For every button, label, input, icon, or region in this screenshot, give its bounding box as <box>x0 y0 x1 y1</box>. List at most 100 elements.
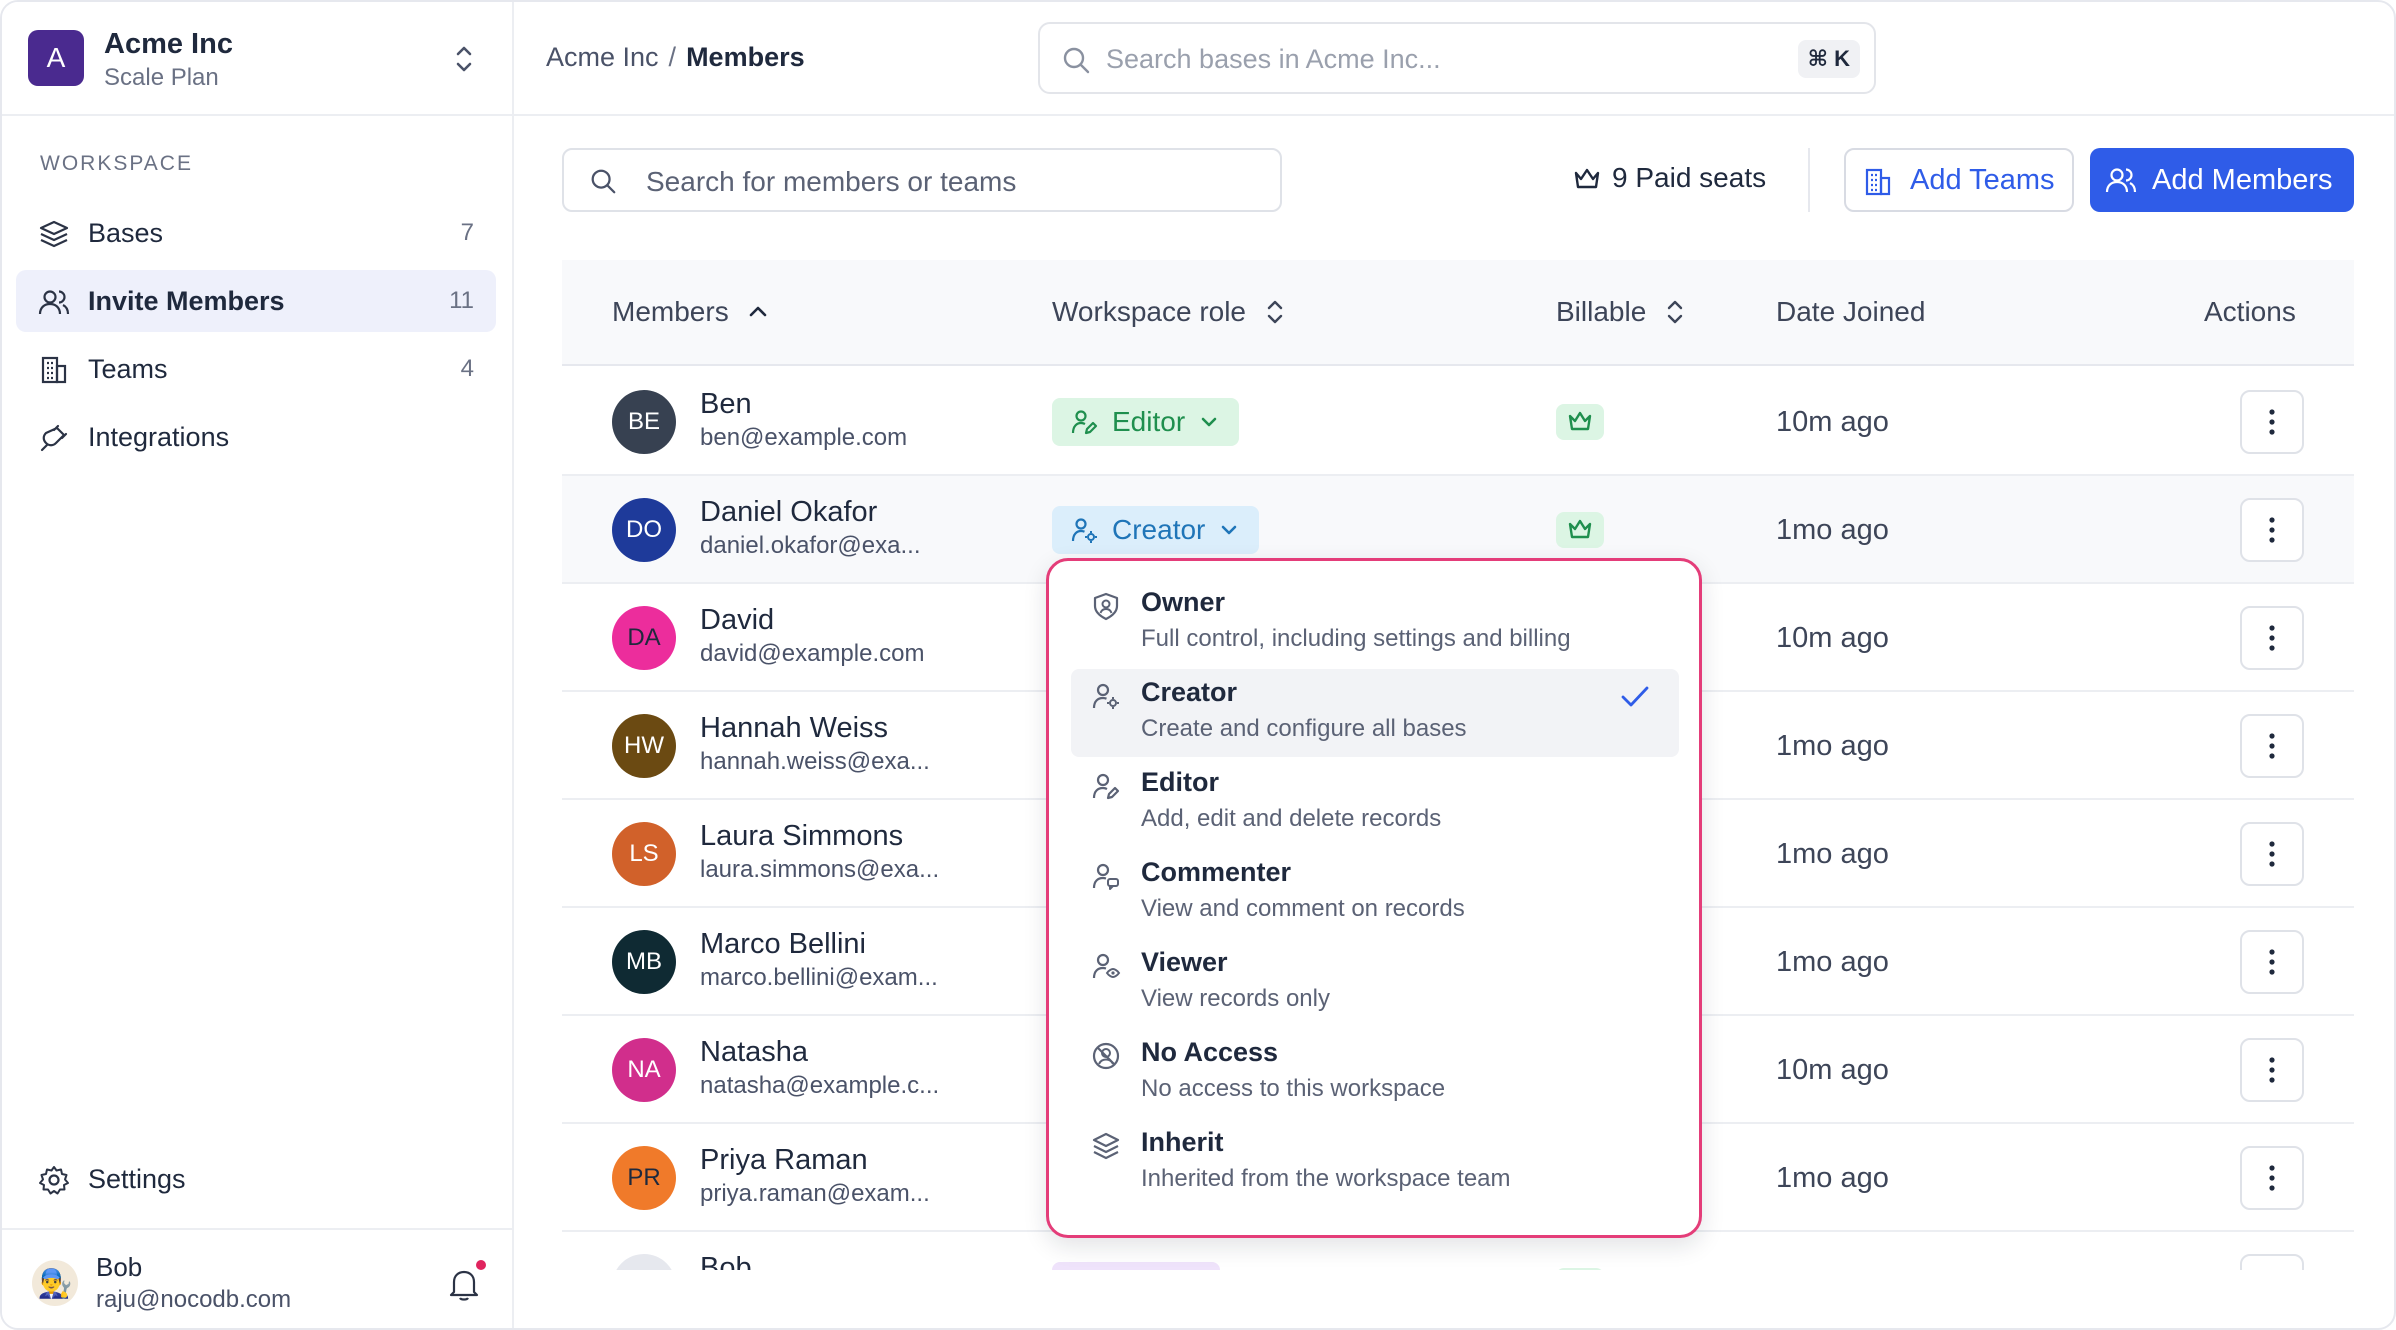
role-option-commenter[interactable]: Commenter View and comment on records <box>1071 849 1679 937</box>
more-vertical-icon <box>2269 949 2275 975</box>
app-window: A Acme Inc Scale Plan WORKSPACE Bases 7 … <box>0 0 2396 1330</box>
role-option-desc: View records only <box>1141 985 1330 1012</box>
sidebar-item-integrations[interactable]: Integrations <box>16 406 496 468</box>
users-icon <box>38 290 70 315</box>
member-name: Laura Simmons <box>700 820 904 852</box>
member-email: hannah.weiss@exa... <box>700 748 930 775</box>
crown-icon <box>1568 519 1592 539</box>
role-option-title: Creator <box>1141 677 1238 707</box>
sidebar: A Acme Inc Scale Plan WORKSPACE Bases 7 … <box>2 2 514 1328</box>
avatar: BE <box>612 390 676 454</box>
sidebar-item-label: Teams <box>88 353 168 384</box>
role-option-desc: Inherited from the workspace team <box>1141 1165 1511 1192</box>
row-actions-button[interactable] <box>2240 1038 2304 1102</box>
role-option-owner[interactable]: Owner Full control, including settings a… <box>1071 579 1679 667</box>
role-option-editor[interactable]: Editor Add, edit and delete records <box>1071 759 1679 847</box>
row-actions-button[interactable] <box>2240 1146 2304 1210</box>
role-select[interactable] <box>1052 1262 1220 1270</box>
more-vertical-icon <box>2269 1165 2275 1191</box>
avatar: DA <box>612 606 676 670</box>
breadcrumb-separator: / <box>668 42 677 72</box>
add-teams-label: Add Teams <box>1910 163 2055 196</box>
no-access-icon <box>1092 1042 1120 1070</box>
user-profile[interactable]: 👨‍🔧 Bob raju@nocodb.com <box>2 1228 512 1328</box>
sidebar-item-label: Bases <box>88 217 164 248</box>
member-email: marco.bellini@exam... <box>700 964 938 991</box>
role-option-viewer[interactable]: Viewer View records only <box>1071 939 1679 1027</box>
role-select[interactable]: Creator <box>1052 506 1260 554</box>
workspace-plan: Scale Plan <box>104 64 219 91</box>
member-name: Hannah Weiss <box>700 712 889 744</box>
avatar: DO <box>612 498 676 562</box>
row-actions-button[interactable] <box>2240 606 2304 670</box>
date-joined: 10m ago <box>1776 406 1889 438</box>
sidebar-item-count: 11 <box>449 287 474 314</box>
role-option-creator[interactable]: Creator Create and configure all bases <box>1071 669 1679 757</box>
row-actions-button[interactable] <box>2240 714 2304 778</box>
sidebar-item-bases[interactable]: Bases 7 <box>16 202 496 264</box>
table-header: Members Workspace role Billable Date Joi… <box>562 260 2354 366</box>
role-option-inherit[interactable]: Inherit Inherited from the workspace tea… <box>1071 1119 1679 1207</box>
sidebar-item-invite-members[interactable]: Invite Members 11 <box>16 270 496 332</box>
column-workspace-role[interactable]: Workspace role <box>1052 296 1286 328</box>
layers-icon <box>39 220 69 248</box>
member-search-input[interactable]: Search for members or teams <box>562 148 1282 212</box>
check-icon <box>1621 686 1649 707</box>
user-eye-icon <box>1092 953 1121 979</box>
add-members-button[interactable]: Add Members <box>2090 148 2354 212</box>
user-comment-icon <box>1092 863 1119 890</box>
column-members[interactable]: Members <box>612 296 769 328</box>
avatar: 👨‍🔧 <box>32 1260 78 1306</box>
role-option-desc: View and comment on records <box>1141 895 1465 922</box>
bell-icon[interactable] <box>448 1266 480 1302</box>
billable-badge <box>1556 1268 1604 1270</box>
add-teams-button[interactable]: Add Teams <box>1844 148 2074 212</box>
row-actions-button[interactable] <box>2240 822 2304 886</box>
search-icon <box>591 169 616 194</box>
user-email: raju@nocodb.com <box>96 1286 292 1313</box>
row-actions-button[interactable] <box>2240 498 2304 562</box>
member-name: Daniel Okafor <box>700 496 878 528</box>
more-vertical-icon <box>2269 841 2275 867</box>
sidebar-item-settings[interactable]: Settings <box>16 1148 496 1210</box>
row-actions-button[interactable] <box>2240 930 2304 994</box>
plug-icon <box>40 424 68 452</box>
role-option-desc: Add, edit and delete records <box>1141 805 1442 832</box>
building-icon <box>1865 168 1891 196</box>
breadcrumb-parent[interactable]: Acme Inc <box>546 42 659 72</box>
member-name: Natasha <box>700 1036 809 1068</box>
shortcut-badge: ⌘ K <box>1797 40 1860 78</box>
member-email: ben@example.com <box>700 424 908 451</box>
users-icon <box>2105 168 2137 193</box>
workspace-switcher[interactable]: A Acme Inc Scale Plan <box>2 2 512 116</box>
user-pen-icon <box>1071 410 1098 435</box>
gear-icon <box>39 1166 69 1195</box>
date-joined: 1mo ago <box>1776 1162 1889 1194</box>
date-joined: 1mo ago <box>1776 838 1889 870</box>
chevron-up-icon <box>749 306 767 317</box>
row-actions-button[interactable] <box>2240 1254 2304 1270</box>
avatar <box>612 1254 676 1270</box>
role-select[interactable]: Editor <box>1052 398 1240 446</box>
chevron-up-down-icon[interactable] <box>450 42 478 76</box>
member-name: Bob <box>700 1252 752 1270</box>
chevron-down-icon <box>1222 525 1237 535</box>
sidebar-item-teams[interactable]: Teams 4 <box>16 338 496 400</box>
sidebar-item-label: Invite Members <box>88 285 285 316</box>
role-option-no-access[interactable]: No Access No access to this workspace <box>1071 1029 1679 1117</box>
role-label: Creator <box>1112 514 1206 545</box>
role-option-title: Editor <box>1141 767 1219 797</box>
row-actions-button[interactable] <box>2240 390 2304 454</box>
paid-seats: 9 Paid seats <box>1572 162 1766 194</box>
crown-icon <box>1574 168 1600 189</box>
role-option-desc: Create and configure all bases <box>1141 715 1467 742</box>
shield-user-icon <box>1093 592 1119 621</box>
notification-dot <box>476 1260 486 1270</box>
column-label: Actions <box>2204 296 2296 327</box>
column-billable[interactable]: Billable <box>1556 296 1686 328</box>
breadcrumb-current: Members <box>686 42 805 72</box>
search-icon <box>1063 47 1090 74</box>
role-option-title: Inherit <box>1141 1127 1224 1157</box>
sidebar-item-count: 4 <box>460 355 474 382</box>
base-search-input[interactable]: Search bases in Acme Inc... ⌘ K <box>1038 22 1876 94</box>
